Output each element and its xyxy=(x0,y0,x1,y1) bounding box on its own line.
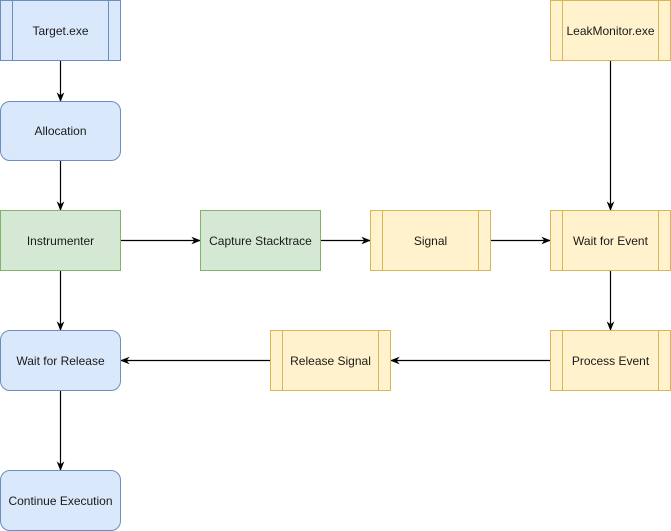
node-allocation[interactable]: Allocation xyxy=(0,101,121,161)
node-label: Continue Execution xyxy=(8,493,113,508)
node-wait-for-event[interactable]: Wait for Event xyxy=(550,210,671,271)
node-leakmonitor-exe[interactable]: LeakMonitor.exe xyxy=(550,0,671,61)
process-bar-left xyxy=(382,211,383,270)
node-label: Allocation xyxy=(34,124,87,138)
node-label: Instrumenter xyxy=(26,233,95,248)
node-label: LeakMonitor.exe xyxy=(566,23,655,38)
process-bar-left xyxy=(12,1,13,60)
node-instrumenter[interactable]: Instrumenter xyxy=(0,210,121,271)
node-label: Target.exe xyxy=(32,23,89,38)
node-label: Wait for Event xyxy=(573,233,648,248)
node-label: Signal xyxy=(413,233,448,248)
process-bar-right xyxy=(478,211,479,270)
node-wait-for-release[interactable]: Wait for Release xyxy=(0,330,121,391)
node-label: Process Event xyxy=(571,353,650,368)
process-bar-right xyxy=(378,331,379,390)
node-release-signal[interactable]: Release Signal xyxy=(270,330,391,391)
node-label: Release Signal xyxy=(290,353,371,368)
node-continue-execution[interactable]: Continue Execution xyxy=(0,470,121,531)
node-label: Capture Stacktrace xyxy=(209,233,312,248)
flowchart-canvas: Target.exe Allocation Instrumenter Captu… xyxy=(0,0,671,531)
process-bar-left xyxy=(562,1,563,60)
process-bar-right xyxy=(658,331,659,390)
process-bar-left xyxy=(562,211,563,270)
process-bar-right xyxy=(108,1,109,60)
process-bar-right xyxy=(658,1,659,60)
process-bar-right xyxy=(658,211,659,270)
node-signal[interactable]: Signal xyxy=(370,210,491,271)
node-capture-stacktrace[interactable]: Capture Stacktrace xyxy=(200,210,321,271)
node-target-exe[interactable]: Target.exe xyxy=(0,0,121,61)
process-bar-left xyxy=(282,331,283,390)
process-bar-left xyxy=(562,331,563,390)
node-process-event[interactable]: Process Event xyxy=(550,330,671,391)
node-label: Wait for Release xyxy=(16,353,105,368)
